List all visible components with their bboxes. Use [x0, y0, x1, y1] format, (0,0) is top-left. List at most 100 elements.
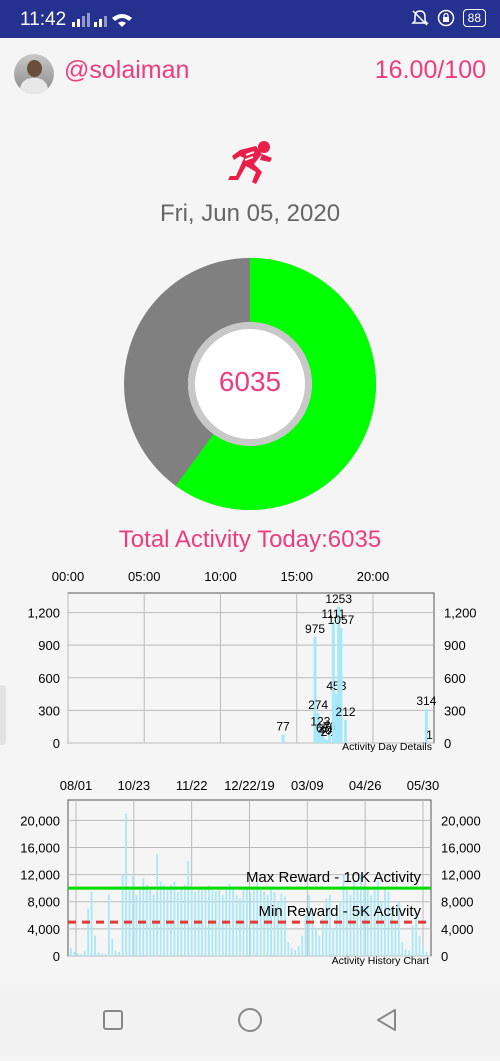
reference-line-label: Min Reward - 5K Activity — [258, 903, 421, 920]
bar — [229, 884, 231, 956]
bar — [80, 954, 82, 956]
bar — [156, 854, 158, 956]
y-tick-label-right: 16,000 — [441, 840, 481, 855]
bar — [344, 720, 347, 743]
y-tick-label-left: 300 — [38, 703, 60, 718]
bar — [163, 885, 165, 956]
y-tick-label-right: 300 — [444, 703, 466, 718]
y-tick-label-left: 0 — [53, 949, 60, 964]
donut-center-value: 6035 — [0, 366, 500, 398]
bar — [301, 936, 303, 956]
y-tick-label-right: 0 — [444, 736, 451, 751]
bar — [177, 892, 179, 956]
side-handle[interactable] — [0, 685, 6, 745]
y-tick-label-left: 0 — [53, 736, 60, 751]
bar — [94, 936, 96, 956]
y-tick-label-left: 4,000 — [27, 922, 60, 937]
score: 16.00/100 — [375, 56, 486, 85]
bar — [101, 953, 103, 956]
bar-value-label: 212 — [336, 705, 356, 719]
y-tick-label-right: 4,000 — [441, 922, 474, 937]
avatar[interactable] — [14, 54, 54, 94]
bar — [374, 888, 376, 956]
bar — [111, 939, 113, 956]
bar — [142, 878, 144, 956]
y-tick-label-left: 900 — [38, 638, 60, 653]
bar — [149, 888, 151, 956]
signal-icon — [72, 12, 132, 28]
bar — [384, 888, 386, 956]
bar — [291, 948, 293, 956]
bar — [98, 953, 100, 956]
bar — [412, 925, 414, 956]
y-tick-label-right: 8,000 — [441, 895, 474, 910]
bar — [298, 946, 300, 956]
bar-value-label: 1 — [426, 728, 433, 742]
bar — [187, 861, 189, 956]
home-circle-icon[interactable] — [239, 1009, 261, 1031]
y-tick-label-right: 600 — [444, 671, 466, 686]
bar — [346, 888, 348, 956]
bar — [108, 895, 110, 956]
bar-value-label: 314 — [416, 694, 436, 708]
y-tick-label-left: 16,000 — [20, 840, 60, 855]
notification-muted-icon — [411, 9, 429, 27]
bar — [363, 885, 365, 956]
chart-legend: Activity Day Details — [342, 741, 432, 753]
status-bar: 11:42 88 — [0, 0, 500, 38]
profile-header: @solaiman 16.00/100 — [0, 48, 500, 96]
bar — [105, 954, 107, 956]
status-time: 11:42 — [20, 9, 66, 31]
bar — [73, 952, 75, 956]
bar — [274, 892, 276, 956]
bar — [170, 885, 172, 956]
bar — [146, 885, 148, 956]
x-tick-label: 15:00 — [280, 569, 313, 584]
bar — [194, 892, 196, 956]
x-tick-label: 05:00 — [128, 569, 161, 584]
status-right: 88 — [411, 9, 486, 27]
bar — [218, 887, 220, 956]
activity-history-chart: 08/0110/2311/2212/22/1903/0904/2605/3000… — [0, 772, 500, 972]
back-triangle-icon[interactable] — [378, 1010, 395, 1030]
y-tick-label-right: 12,000 — [441, 868, 481, 883]
bar — [401, 942, 403, 956]
bar-value-label: 1057 — [328, 613, 355, 627]
x-tick-label: 04/26 — [349, 778, 382, 793]
bar — [263, 892, 265, 956]
bar — [388, 892, 390, 956]
bar — [70, 948, 72, 956]
bar — [239, 898, 241, 956]
bar — [77, 953, 79, 956]
y-tick-label-left: 8,000 — [27, 895, 60, 910]
current-date: Fri, Jun 05, 2020 — [0, 200, 500, 228]
x-tick-label: 00:00 — [52, 569, 85, 584]
bar — [125, 814, 127, 956]
bar — [260, 888, 262, 956]
bar — [357, 888, 359, 956]
y-tick-label-right: 900 — [444, 638, 466, 653]
bar — [115, 951, 117, 956]
bar — [328, 735, 331, 743]
battery-icon: 88 — [463, 9, 486, 27]
bar — [84, 951, 86, 956]
recents-square-icon[interactable] — [104, 1011, 122, 1029]
runner-icon — [226, 140, 276, 186]
bar-value-label: 975 — [305, 622, 325, 636]
y-tick-label-left: 1,200 — [27, 606, 60, 621]
x-tick-label: 08/01 — [60, 778, 93, 793]
bar — [332, 929, 334, 956]
bar — [232, 888, 234, 956]
x-tick-label: 10/23 — [118, 778, 151, 793]
reference-line-label: Max Reward - 10K Activity — [246, 869, 422, 886]
y-tick-label-left: 12,000 — [20, 868, 60, 883]
x-tick-label: 10:00 — [204, 569, 237, 584]
bar — [87, 909, 89, 956]
total-activity-label: Total Activity Today:6035 — [0, 526, 500, 554]
bar — [222, 895, 224, 956]
navigation-bar — [0, 985, 500, 1056]
activity-day-chart: 00:0005:0010:0015:0020:00003003006006009… — [0, 565, 500, 760]
x-tick-label: 03/09 — [291, 778, 324, 793]
bar — [319, 936, 321, 956]
y-tick-label-right: 0 — [441, 949, 448, 964]
